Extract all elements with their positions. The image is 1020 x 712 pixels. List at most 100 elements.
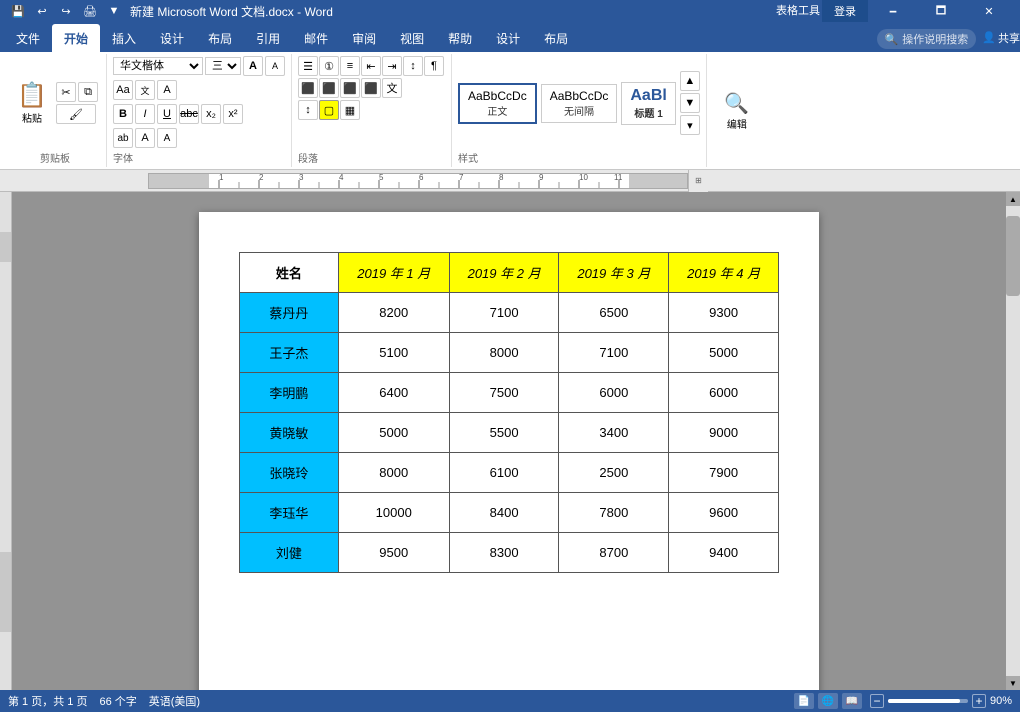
sort-btn[interactable]: ↕	[403, 56, 423, 76]
font-color-btn[interactable]: A	[135, 128, 155, 148]
share-btn[interactable]: 👤 共享	[982, 30, 1020, 49]
font-name-select[interactable]: 华文楷体	[113, 57, 203, 75]
strikethrough-btn[interactable]: abc	[179, 104, 199, 124]
justify-btn[interactable]: ⬛	[361, 78, 381, 98]
align-left-btn[interactable]: ⬛	[298, 78, 318, 98]
shading-btn[interactable]: ▢	[319, 100, 339, 120]
subscript-btn[interactable]: x₂	[201, 104, 221, 124]
row-data-cell: 5000	[669, 333, 779, 373]
tab-insert[interactable]: 插入	[100, 24, 148, 52]
help-search-box[interactable]: 🔍 操作说明搜索	[877, 29, 977, 49]
style-heading1-preview: AaBl	[630, 87, 666, 105]
styles-more-btn[interactable]: ▾	[680, 115, 700, 135]
style-normal[interactable]: AaBbCcDc 正文	[458, 83, 537, 124]
save-quick-btn[interactable]: 💾	[8, 1, 28, 21]
scroll-thumb[interactable]	[1006, 216, 1020, 296]
tab-references[interactable]: 引用	[244, 24, 292, 52]
paste-btn[interactable]: 📋 粘贴	[10, 56, 54, 150]
tab-layout[interactable]: 布局	[196, 24, 244, 52]
tab-home[interactable]: 开始	[52, 24, 100, 52]
decrease-indent-btn[interactable]: ⇤	[361, 56, 381, 76]
tab-table-layout[interactable]: 布局	[532, 24, 580, 52]
undo-quick-btn[interactable]: ↩	[32, 1, 52, 21]
text-highlight-btn[interactable]: ab	[113, 128, 133, 148]
redo-quick-btn[interactable]: ↪	[56, 1, 76, 21]
ruler-marks: 1 2 3 4 5 6 7 8 9 10 11	[149, 180, 687, 188]
styles-group: AaBbCcDc 正文 AaBbCcDc 无间隔 AaBl 标题 1 ▲ ▼ ▾…	[452, 54, 707, 167]
find-btn[interactable]: 🔍 编辑	[721, 88, 752, 134]
row-data-cell: 3400	[559, 413, 669, 453]
tab-table-design[interactable]: 设计	[484, 24, 532, 52]
style-heading1[interactable]: AaBl 标题 1	[621, 82, 675, 125]
row-data-cell: 8200	[338, 293, 449, 333]
row-data-cell: 7900	[669, 453, 779, 493]
view-web-btn[interactable]: 🌐	[818, 693, 838, 709]
show-marks-btn[interactable]: ¶	[424, 56, 444, 76]
row-data-cell: 6000	[669, 373, 779, 413]
font-size-select[interactable]: 三号	[205, 57, 241, 75]
table-body: 蔡丹丹8200710065009300王子杰5100800071005000李明…	[240, 293, 779, 573]
border-btn[interactable]: ▦	[340, 100, 360, 120]
tab-design[interactable]: 设计	[148, 24, 196, 52]
styles-up-btn[interactable]: ▲	[680, 71, 700, 91]
italic-btn[interactable]: I	[135, 104, 155, 124]
app: 💾 ↩ ↪ 🖨 ▼ 新建 Microsoft Word 文档.docx - Wo…	[0, 0, 1020, 712]
style-heading1-label: 标题 1	[630, 105, 666, 120]
view-read-btn[interactable]: 📖	[842, 693, 862, 709]
close-btn[interactable]: ✕	[966, 0, 1012, 22]
line-spacing-btn[interactable]: ↕	[298, 100, 318, 120]
tab-mailings[interactable]: 邮件	[292, 24, 340, 52]
zoom-out-btn[interactable]: −	[870, 694, 884, 708]
svg-text:7: 7	[459, 173, 464, 182]
scroll-up-btn[interactable]: ▲	[1006, 192, 1020, 206]
svg-text:2: 2	[259, 173, 264, 182]
vertical-scrollbar[interactable]: ▲ ▼	[1006, 192, 1020, 690]
minimize-btn[interactable]: 🗕	[870, 0, 916, 22]
styles-down-btn[interactable]: ▼	[680, 93, 700, 113]
align-center-btn[interactable]: ⬛	[319, 78, 339, 98]
copy-btn[interactable]: ⧉	[78, 82, 98, 102]
signin-btn[interactable]: 登录	[822, 0, 868, 22]
view-print-btn[interactable]: 📄	[794, 693, 814, 709]
bullets-btn[interactable]: ☰	[298, 56, 318, 76]
align-row: ⬛ ⬛ ⬛ ⬛ 文	[298, 78, 445, 98]
row-data-cell: 9600	[669, 493, 779, 533]
scroll-down-btn[interactable]: ▼	[1006, 676, 1020, 690]
underline-btn[interactable]: U	[157, 104, 177, 124]
numbering-btn[interactable]: ①	[319, 56, 339, 76]
tab-file[interactable]: 文件	[4, 24, 52, 52]
shrink-font-btn[interactable]: A	[265, 56, 285, 76]
increase-indent-btn[interactable]: ⇥	[382, 56, 402, 76]
zoom-in-btn[interactable]: +	[972, 694, 986, 708]
font-shading-btn[interactable]: A	[157, 128, 177, 148]
clear-format-btn[interactable]: Aa	[113, 80, 133, 100]
text-effects-btn[interactable]: A	[157, 80, 177, 100]
superscript-btn[interactable]: x²	[223, 104, 243, 124]
cut-btn[interactable]: ✂	[56, 82, 76, 102]
maximize-btn[interactable]: 🗖	[918, 0, 964, 22]
tab-help[interactable]: 帮助	[436, 24, 484, 52]
font-group-label: 字体	[113, 150, 285, 165]
zoom-slider[interactable]	[888, 699, 968, 703]
customize-quick-btn[interactable]: ▼	[104, 1, 124, 21]
document-area[interactable]: 姓名 2019 年 1 月 2019 年 2 月 2019 年 3 月 2019…	[12, 192, 1006, 690]
phonetic-btn[interactable]: 文	[135, 80, 155, 100]
chinese-layout-btn[interactable]: 文	[382, 78, 402, 98]
bold-btn[interactable]: B	[113, 104, 133, 124]
row-data-cell: 9000	[669, 413, 779, 453]
tab-view[interactable]: 视图	[388, 24, 436, 52]
row-data-cell: 8300	[449, 533, 559, 573]
tab-review[interactable]: 审阅	[340, 24, 388, 52]
style-no-space[interactable]: AaBbCcDc 无间隔	[541, 84, 618, 123]
multilevel-btn[interactable]: ≡	[340, 56, 360, 76]
font-name-row: 华文楷体 三号 A A	[113, 56, 285, 76]
ribbon-content: 📋 粘贴 ✂ ⧉ 🖌 剪贴板 华文楷体	[0, 52, 1020, 170]
print-quick-btn[interactable]: 🖨	[80, 1, 100, 21]
row-data-cell: 8400	[449, 493, 559, 533]
grow-font-btn[interactable]: A	[243, 56, 263, 76]
align-right-btn[interactable]: ⬛	[340, 78, 360, 98]
format-painter-btn[interactable]: 🖌	[56, 104, 96, 124]
row-data-cell: 7500	[449, 373, 559, 413]
editing-items: 🔍 编辑	[713, 56, 761, 165]
ruler-area: 1 2 3 4 5 6 7 8 9 10 11 ⊞	[0, 170, 1020, 192]
